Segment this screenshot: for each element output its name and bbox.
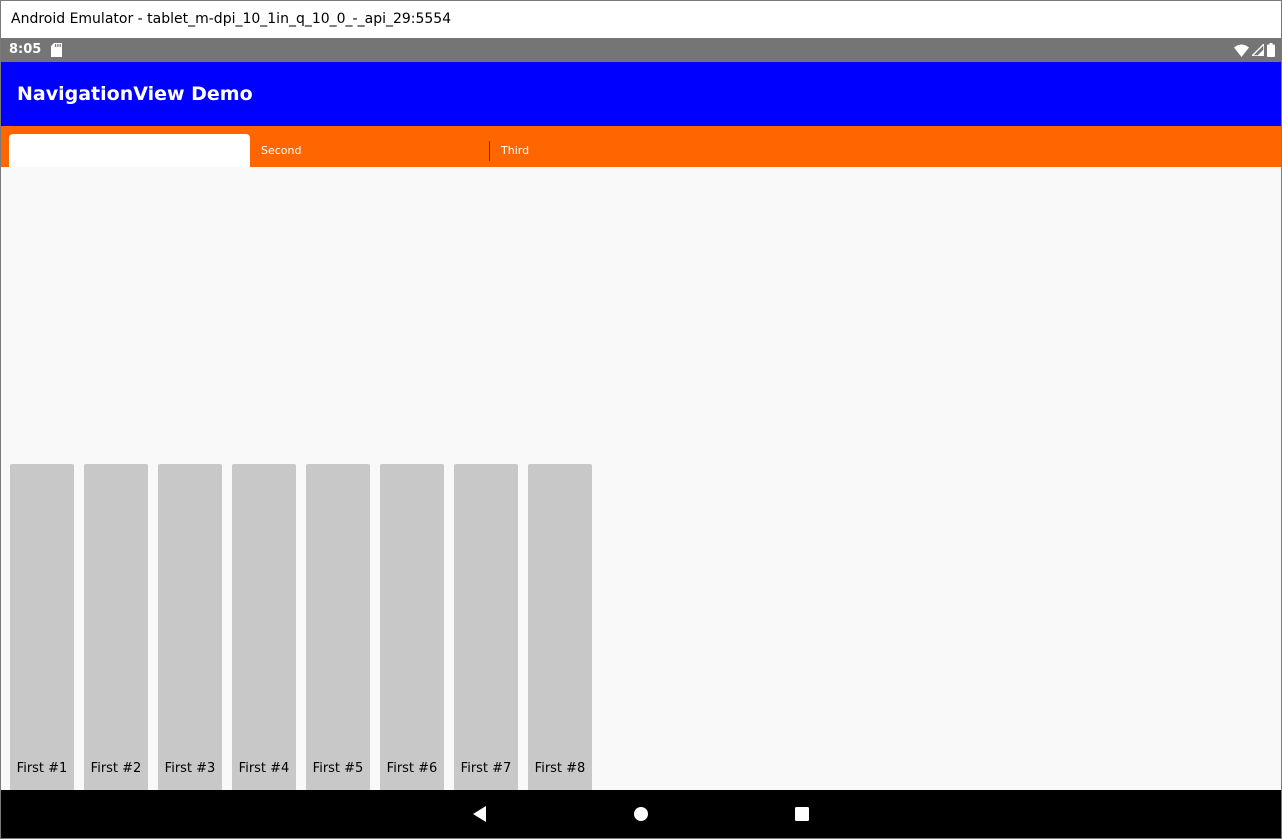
back-icon[interactable]: [470, 804, 490, 824]
list-item[interactable]: First #4: [232, 464, 296, 790]
android-nav-bar: [1, 790, 1281, 838]
list-item[interactable]: First #1: [10, 464, 74, 790]
list-item[interactable]: First #3: [158, 464, 222, 790]
wifi-icon: [1234, 44, 1249, 57]
battery-icon: [1267, 43, 1275, 57]
list-item-label: First #4: [238, 761, 290, 776]
app-bar: NavigationView Demo: [1, 62, 1281, 126]
status-icons: [1234, 42, 1275, 58]
tab-label: Second: [261, 144, 302, 157]
window-title: Android Emulator - tablet_m-dpi_10_1in_q…: [11, 11, 452, 27]
list-item-label: First #7: [460, 761, 512, 776]
list-item-label: First #3: [164, 761, 216, 776]
list-item-label: First #1: [16, 761, 68, 776]
list-item-label: First #2: [90, 761, 142, 776]
list-item-label: First #5: [312, 761, 364, 776]
tab-divider: [489, 141, 490, 161]
list-item[interactable]: First #6: [380, 464, 444, 790]
list-item-label: First #8: [534, 761, 586, 776]
window-titlebar: Android Emulator - tablet_m-dpi_10_1in_q…: [1, 1, 1281, 38]
status-time: 8:05: [9, 42, 42, 57]
signal-icon: [1252, 44, 1264, 56]
app-title: NavigationView Demo: [17, 83, 253, 105]
content-area: First #1 First #2 First #3 First #4 Firs…: [1, 167, 1281, 790]
sd-card-icon: [51, 43, 62, 57]
tab-bar: Second Third: [1, 126, 1281, 167]
tab-first-selected[interactable]: [9, 134, 250, 167]
list-item[interactable]: First #5: [306, 464, 370, 790]
tab-label: Third: [501, 144, 530, 157]
home-icon[interactable]: [631, 804, 651, 824]
list-item-label: First #6: [386, 761, 438, 776]
emulator-window: Android Emulator - tablet_m-dpi_10_1in_q…: [0, 0, 1282, 839]
recents-icon[interactable]: [792, 804, 812, 824]
list-item[interactable]: First #8: [528, 464, 592, 790]
android-status-bar: 8:05: [1, 38, 1281, 62]
list-item[interactable]: First #2: [84, 464, 148, 790]
tab-second[interactable]: Second: [251, 126, 489, 167]
tab-third[interactable]: Third: [491, 126, 729, 167]
list-item[interactable]: First #7: [454, 464, 518, 790]
